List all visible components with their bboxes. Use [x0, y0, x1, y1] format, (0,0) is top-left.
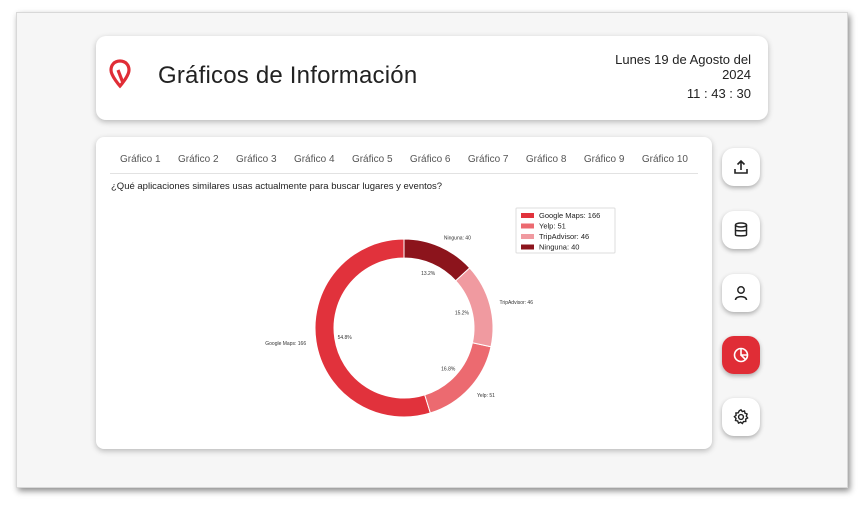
- slice-label-google-maps: Google Maps: 166: [265, 341, 306, 347]
- current-date: Lunes 19 de Agosto del 2024: [601, 52, 751, 82]
- page-title: Gráficos de Información: [158, 62, 418, 89]
- charts-button[interactable]: [722, 336, 760, 374]
- upload-icon: [734, 159, 748, 174]
- slice-label-yelp: Yelp: 51: [477, 393, 495, 399]
- legend-label-tripadvisor: TripAdvisor: 46: [539, 232, 589, 241]
- legend-swatch-tripadvisor: [521, 234, 534, 239]
- gear-icon: [733, 408, 749, 425]
- percent-label-google-maps: 54.8%: [338, 335, 353, 341]
- slice-label-tripadvisor: TripAdvisor: 46: [500, 300, 534, 306]
- upload-button[interactable]: [722, 148, 760, 186]
- date-line-2: 2024: [722, 67, 751, 82]
- location-pin-icon: [109, 59, 131, 89]
- legend-label-google-maps: Google Maps: 166: [539, 211, 600, 220]
- user-button[interactable]: [722, 274, 760, 312]
- chart-panel: Gráfico 1 Gráfico 2 Gráfico 3 Gráfico 4 …: [96, 137, 712, 449]
- pie-chart-icon: [733, 347, 749, 363]
- slice-label-ninguna: Ninguna: 40: [444, 235, 471, 241]
- legend-swatch-ninguna: [521, 244, 534, 250]
- percent-label-ninguna: 13.2%: [421, 271, 436, 277]
- legend-label-yelp: Yelp: 51: [539, 222, 566, 231]
- percent-label-yelp: 16.8%: [441, 367, 456, 373]
- date-line-1: Lunes 19 de Agosto del: [615, 52, 751, 67]
- percent-label-tripadvisor: 15.2%: [455, 310, 470, 316]
- current-time: 11 : 43 : 30: [686, 86, 751, 101]
- legend-swatch-google-maps: [521, 213, 534, 218]
- settings-button[interactable]: [722, 398, 760, 436]
- donut-chart: 54.8% Google Maps: 166 16.8% Yelp: 51 15.2% T…: [265, 207, 616, 418]
- header: Gráficos de Información Lunes 19 de Agos…: [96, 36, 768, 120]
- database-icon: [734, 222, 748, 237]
- donut-slice-yelp: [424, 342, 492, 414]
- user-icon: [734, 286, 748, 301]
- donut-slice-ninguna: [403, 238, 471, 282]
- database-button[interactable]: [722, 211, 760, 249]
- donut-slice-google-maps: [314, 238, 431, 418]
- donut-slice-tripadvisor: [454, 267, 494, 348]
- legend-swatch-yelp: [521, 223, 534, 229]
- legend-label-ninguna: Ninguna: 40: [539, 243, 579, 252]
